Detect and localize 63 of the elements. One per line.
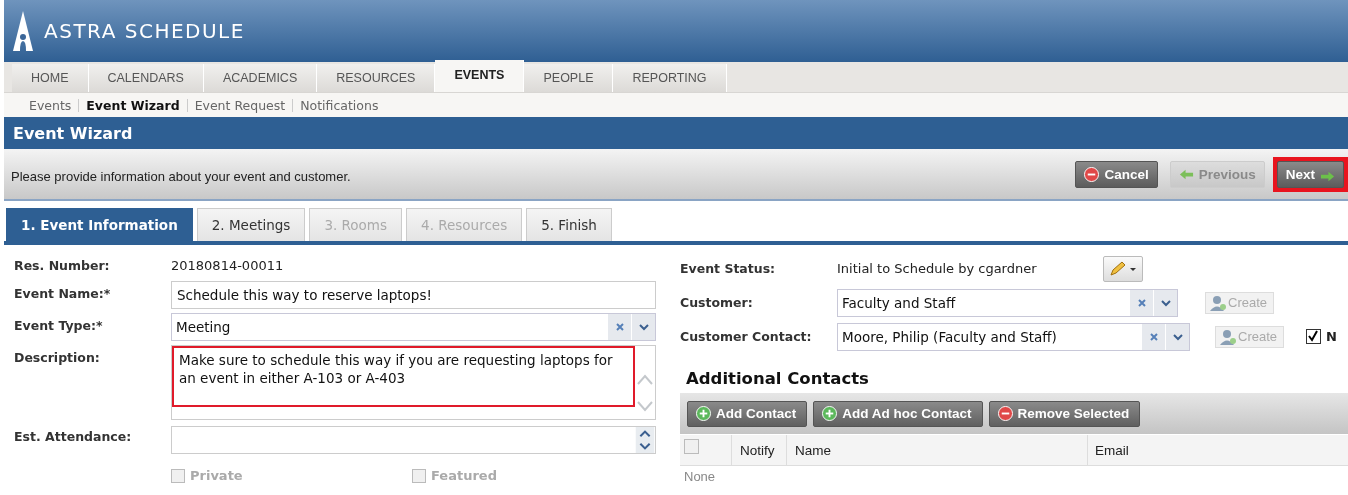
caret-icon (1172, 331, 1183, 342)
right-arrow-icon (1320, 169, 1335, 184)
subnav-link[interactable]: Event Wizard (86, 97, 180, 113)
select-field[interactable]: Faculty and Staff (837, 288, 1178, 317)
column-header[interactable]: Notify (732, 435, 787, 465)
step-tab[interactable]: 1. Event Information (6, 208, 193, 241)
description-text: Make sure to schedule this way if you are requesting laptops for an event in either A-103 or A-403 (172, 346, 635, 407)
nav-tab[interactable]: EVENTS (435, 60, 525, 92)
cancel-button[interactable]: Cancel (1075, 160, 1158, 188)
nav-tab[interactable]: RESOURCES (317, 64, 436, 92)
person-icon (1219, 328, 1237, 345)
clear-icon (614, 322, 625, 332)
field-label: Customer Contact: (680, 329, 813, 344)
text-area[interactable]: Make sure to schedule this way if you are requesting laptops for an event in either A-103 or A-403 (171, 345, 656, 420)
field-label: Event Status: (680, 261, 777, 276)
section-heading: Additional Contacts (686, 369, 870, 388)
next-button[interactable]: Next (1276, 160, 1344, 188)
plus-circle-icon (822, 406, 838, 421)
select-all-checkbox[interactable] (684, 439, 699, 454)
person-icon (1209, 294, 1227, 311)
nav-tab[interactable]: HOME (12, 64, 89, 92)
page-title: Event Wizard (13, 123, 133, 143)
column-header[interactable]: Email (1088, 435, 1348, 465)
minus-circle-icon (1084, 166, 1100, 182)
column-header[interactable]: Name (787, 435, 1088, 465)
nav-tab[interactable]: REPORTING (613, 64, 727, 92)
step-tab[interactable]: 2. Meetings (196, 208, 306, 241)
step-tab[interactable]: 5. Finish (526, 208, 612, 241)
field-label: Event Type:* (14, 317, 104, 333)
nav-tab[interactable]: ACADEMICS (203, 64, 318, 92)
tower-logo-icon (12, 11, 34, 51)
pencil-icon (1108, 260, 1138, 277)
caret-icon (1160, 297, 1171, 308)
field-label: Res. Number: (14, 257, 111, 273)
field-label: Customer: (680, 295, 754, 310)
add-button[interactable]: Add Contact (687, 400, 808, 427)
edit-button[interactable] (1103, 255, 1143, 282)
field-label: Est. Attendance: (14, 428, 133, 444)
input-field[interactable]: Schedule this way to reserve laptops! (171, 281, 656, 309)
field-label: Description: (14, 349, 101, 365)
app-name: ASTRA SCHEDULE (44, 19, 245, 43)
number-field[interactable] (171, 426, 656, 454)
select-field[interactable]: Meeting (171, 313, 656, 341)
empty-text: None (683, 469, 717, 484)
add-button[interactable]: Add Ad hoc Contact (813, 400, 983, 427)
instruction-text: Please provide information about your event and customer. (10, 168, 351, 184)
plus-circle-icon (696, 406, 711, 421)
clear-icon (1136, 297, 1147, 308)
check-icon (1307, 330, 1320, 342)
subnav-link[interactable]: Event Request (194, 97, 286, 113)
remove-button[interactable]: Remove Selected (988, 400, 1141, 427)
field-label: Event Name:* (14, 285, 112, 301)
spinner-icon (635, 427, 655, 453)
field-value: 20180814-00011 (171, 257, 284, 273)
minus-circle-icon (997, 406, 1013, 421)
clear-icon (1148, 331, 1159, 342)
caret-icon (638, 322, 649, 332)
subnav-link[interactable]: Events (29, 97, 72, 113)
select-field[interactable]: Moore, Philip (Faculty and Staff) (837, 322, 1190, 351)
field-value: Initial to Schedule by cgardner (837, 261, 1038, 276)
nav-tab[interactable]: PEOPLE (524, 64, 614, 92)
nav-tab[interactable]: CALENDARS (88, 64, 204, 92)
subnav-link[interactable]: Notifications (300, 97, 379, 113)
